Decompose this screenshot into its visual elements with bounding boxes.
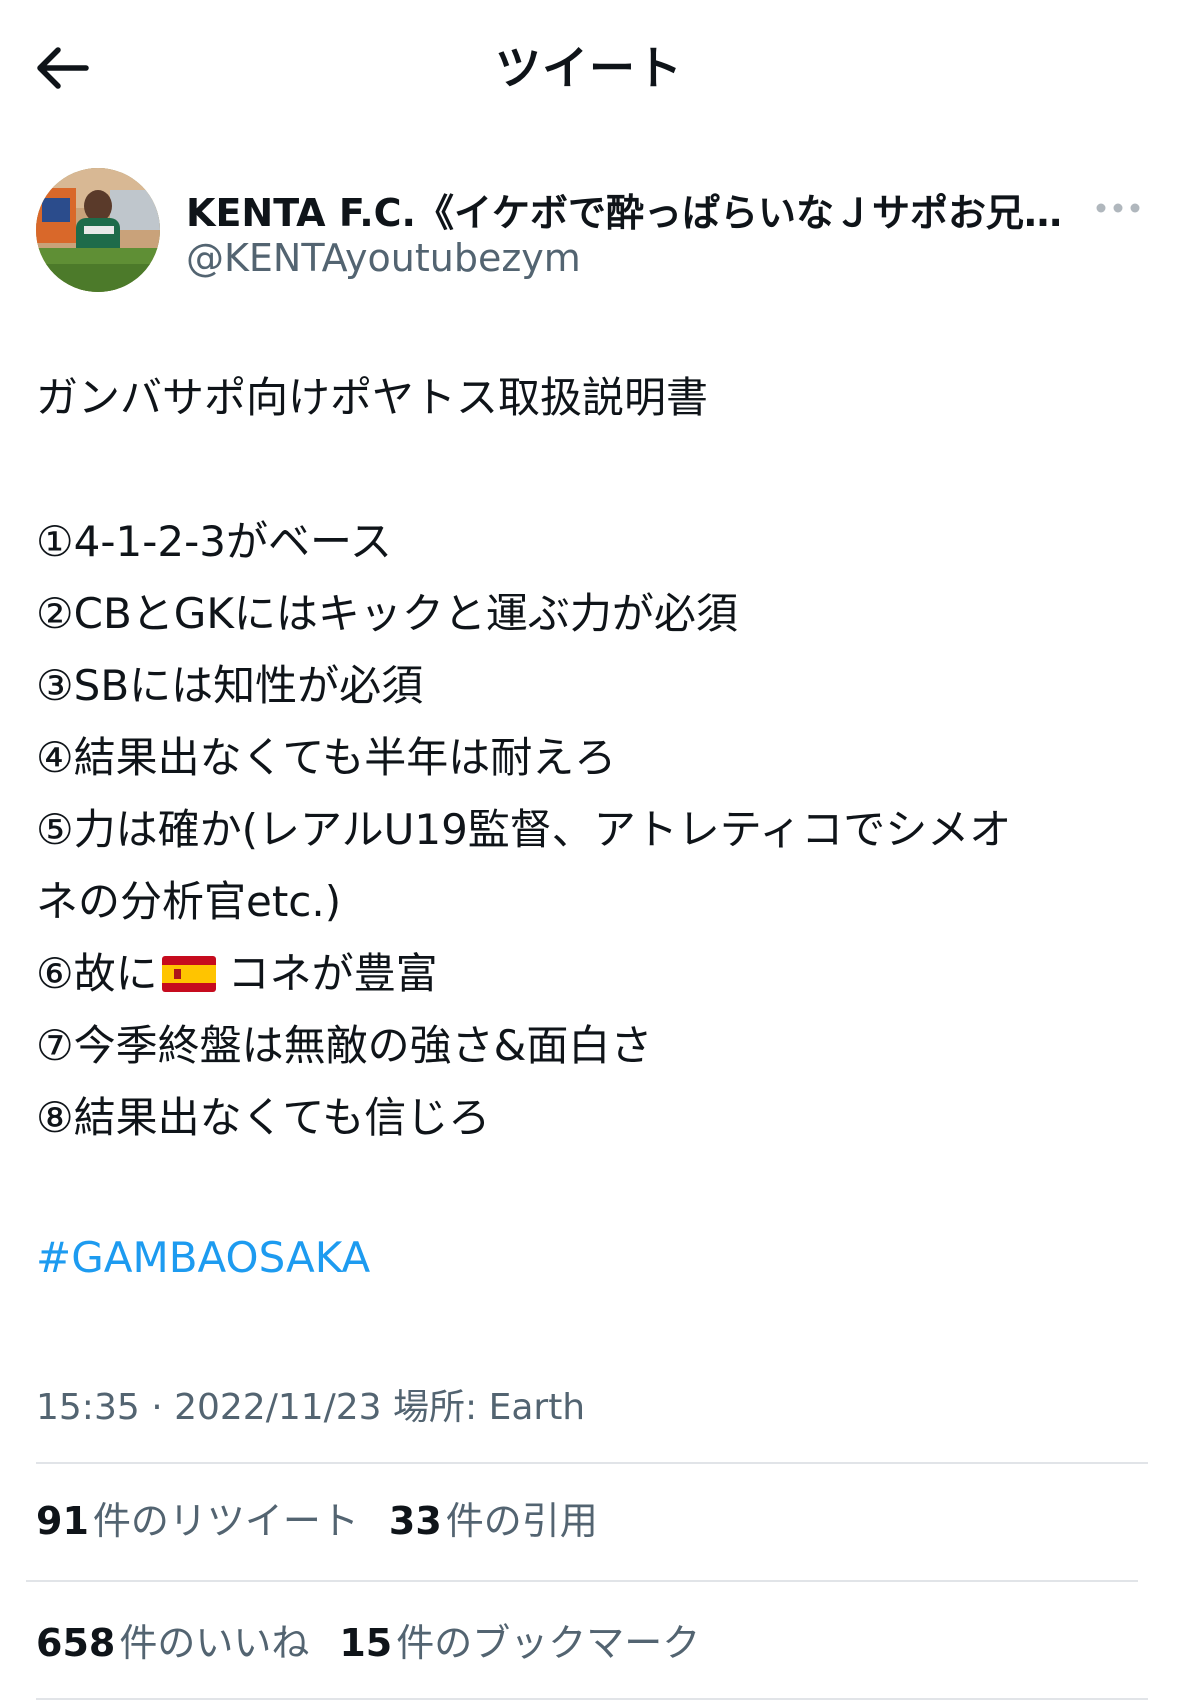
- tweet-author: KENTA F.C.《イケボで酔っぱらいなＪサポお兄… @KENTAyoutub…: [36, 168, 1146, 296]
- display-name[interactable]: KENTA F.C.《イケボで酔っぱらいなＪサポお兄…: [186, 182, 1116, 237]
- more-button[interactable]: [1090, 188, 1146, 228]
- top-bar: ツイート: [0, 0, 1178, 130]
- bookmarks-count: 15: [339, 1621, 393, 1665]
- retweets-count: 91: [36, 1499, 89, 1543]
- tweet-timestamp-location: 15:35 · 2022/11/23 場所: Earth: [36, 1387, 586, 1428]
- bookmarks-label: 件のブックマーク: [396, 1621, 701, 1665]
- divider: [26, 1580, 1138, 1582]
- tweet-line: ②CBとGKにはキックと運ぶ力が必須: [36, 589, 738, 638]
- tweet-line-prefix: ⑥故に: [36, 949, 158, 998]
- stats-row-likes: 658 件のいいね 15 件のブックマーク: [36, 1612, 730, 1667]
- tweet-line: ⑦今季終盤は無敵の強さ&面白さ: [36, 1021, 653, 1070]
- tweet-line: ⑧結果出なくても信じろ: [36, 1093, 491, 1142]
- user-handle[interactable]: @KENTAyoutubezym: [186, 236, 581, 280]
- retweets-label: 件のリツイート: [92, 1499, 359, 1543]
- stats-row-retweets: 91 件のリツイート 33 件の引用: [36, 1490, 628, 1545]
- avatar[interactable]: [36, 168, 160, 292]
- tweet-line: ①4-1-2-3がベース: [36, 517, 392, 566]
- likes-label: 件のいいね: [119, 1621, 310, 1665]
- divider: [36, 1698, 1148, 1700]
- quotes-stat[interactable]: 33 件の引用: [389, 1490, 598, 1545]
- avatar-image: [36, 168, 160, 292]
- tweet-line: ガンバサポ向けポヤトス取扱説明書: [36, 373, 709, 422]
- page-title: ツイート: [495, 41, 683, 95]
- tweet-body: ガンバサポ向けポヤトス取扱説明書 ①4-1-2-3がベース ②CBとGKにはキッ…: [36, 362, 1146, 1154]
- tweet-line: ⑤力は確か(レアルU19監督、アトレティコでシメオ: [36, 805, 1012, 854]
- likes-stat[interactable]: 658 件のいいね: [36, 1612, 309, 1667]
- spain-flag-icon: [161, 956, 216, 992]
- divider: [36, 1462, 1148, 1464]
- tweet-line: ③SBには知性が必須: [36, 661, 424, 710]
- quotes-count: 33: [388, 1499, 442, 1543]
- tweet-line: ネの分析官etc.): [36, 877, 342, 926]
- tweet-line: ⑥故に コネが豊富: [36, 938, 1146, 1010]
- retweets-stat[interactable]: 91 件のリツイート: [36, 1490, 359, 1545]
- more-horizontal-icon: [1096, 203, 1140, 213]
- tweet-line: ④結果出なくても半年は耐えろ: [36, 733, 617, 782]
- hashtag-link[interactable]: #GAMBAOSAKA: [36, 1233, 370, 1282]
- quotes-label: 件の引用: [445, 1499, 598, 1543]
- bookmarks-stat[interactable]: 15 件のブックマーク: [339, 1612, 700, 1667]
- tweet-line-suffix: コネが豊富: [227, 949, 438, 998]
- likes-count: 658: [36, 1621, 116, 1665]
